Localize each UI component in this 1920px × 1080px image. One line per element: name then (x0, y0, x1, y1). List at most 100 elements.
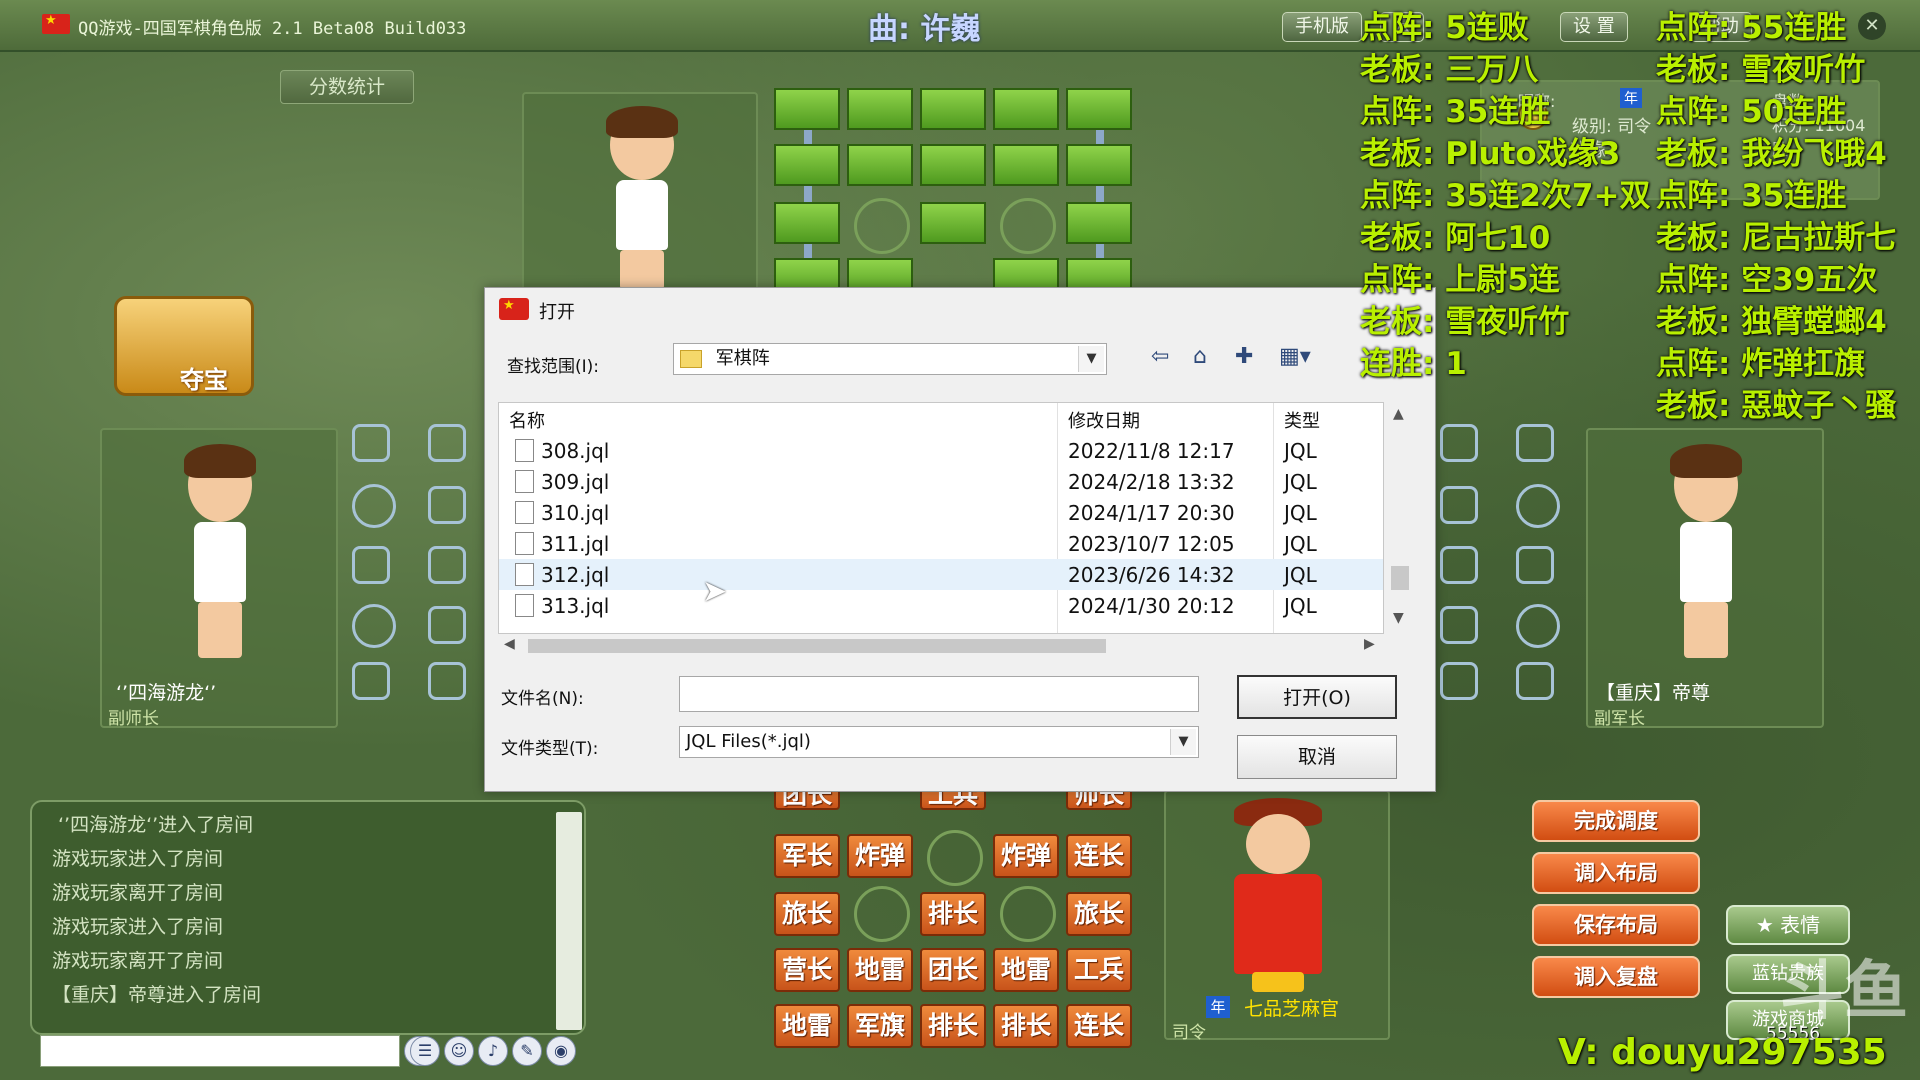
file-type: JQL (1284, 563, 1317, 587)
streamer-id: V: douyu297535 (1558, 1032, 1887, 1073)
new-folder-icon[interactable]: ✚ (1235, 344, 1253, 369)
chevron-down-icon[interactable]: ▼ (1170, 729, 1196, 755)
board-piece[interactable]: 地雷 (774, 1004, 840, 1048)
filetype-combo[interactable]: JQL Files(*.jql) ▼ (679, 726, 1199, 758)
file-row[interactable]: 313.jql 2024/1/30 20:12 JQL (499, 590, 1383, 621)
board-piece[interactable]: 地雷 (847, 948, 913, 992)
horizontal-scrollbar[interactable]: ◀ ▶ (498, 634, 1385, 658)
chevron-up-icon[interactable]: ▲ (1393, 406, 1404, 422)
file-row[interactable]: 309.jql 2024/2/18 13:32 JQL (499, 466, 1383, 497)
player-panel-bottom[interactable]: 年 七品芝麻官 司令 (1164, 790, 1390, 1043)
close-icon[interactable]: ✕ (1858, 12, 1886, 40)
file-row[interactable]: 310.jql 2024/1/17 20:30 JQL (499, 497, 1383, 528)
chat-scrollbar[interactable] (556, 812, 582, 1030)
column-header-type[interactable]: 类型 (1284, 407, 1320, 433)
board-cell[interactable] (847, 88, 913, 130)
overlay-left-line: 老板: 三万八 (1360, 52, 1539, 88)
board-cell[interactable] (774, 88, 840, 130)
chat-log[interactable]: ‘’四海游龙‘’进入了房间 游戏玩家进入了房间 游戏玩家离开了房间 游戏玩家进入… (30, 800, 586, 1035)
globe-icon[interactable]: ◉ (546, 1036, 576, 1066)
speaker-icon[interactable]: ♪ (478, 1036, 508, 1066)
board-cell[interactable] (993, 144, 1059, 186)
board-cell[interactable] (920, 88, 986, 130)
board-piece[interactable]: 旅长 (774, 892, 840, 936)
chat-line: 游戏玩家离开了房间 (52, 882, 224, 904)
board-cell[interactable] (1066, 144, 1132, 186)
lookin-combo[interactable]: 军棋阵 ▼ (673, 343, 1107, 375)
column-header-name[interactable]: 名称 (509, 407, 545, 433)
board-cell[interactable] (1066, 202, 1132, 244)
player-panel-right[interactable]: 【重庆】帝尊 副军长 (1586, 428, 1824, 729)
vertical-scrollbar[interactable]: ▲ ▼ (1385, 402, 1415, 634)
chevron-down-icon[interactable]: ▼ (1393, 610, 1404, 626)
finish-arrange-button[interactable]: 完成调度 (1532, 800, 1700, 842)
overlay-left-line: 老板: 阿七10 (1360, 220, 1551, 256)
board-piece[interactable]: 排长 (993, 1004, 1059, 1048)
chevron-left-icon[interactable]: ◀ (504, 636, 515, 652)
file-row-hovered[interactable]: 312.jql 2023/6/26 14:32 JQL (499, 559, 1383, 590)
scroll-thumb[interactable] (1391, 566, 1409, 590)
chevron-right-icon[interactable]: ▶ (1364, 636, 1375, 652)
board-piece[interactable]: 排长 (920, 892, 986, 936)
overlay-right-line: 老板: 雪夜听竹 (1656, 52, 1866, 88)
file-row[interactable]: 308.jql 2022/11/8 12:17 JQL (499, 435, 1383, 466)
overlay-right-line: 点阵: 35连胜 (1656, 178, 1847, 214)
file-name: 309.jql (541, 470, 610, 494)
overlay-right-line: 老板: 我纷飞哦4 (1656, 136, 1887, 172)
folder-icon (680, 350, 702, 368)
chat-input[interactable] (40, 1035, 400, 1067)
board-piece[interactable]: 炸弹 (993, 834, 1059, 878)
column-header-date[interactable]: 修改日期 (1068, 407, 1140, 433)
save-layout-button[interactable]: 保存布局 (1532, 904, 1700, 946)
player-panel-left[interactable]: ‘’四海游龙‘’ 副师长 (100, 428, 338, 729)
file-list[interactable]: 名称 修改日期 类型 308.jql 2022/11/8 12:17 JQL 3… (498, 402, 1384, 634)
up-folder-icon[interactable]: ⌂ (1193, 344, 1207, 369)
load-layout-button[interactable]: 调入布局 (1532, 852, 1700, 894)
board-piece[interactable]: 排长 (920, 1004, 986, 1048)
board-piece[interactable]: 团长 (920, 948, 986, 992)
overlay-left-line: 老板: 雪夜听竹 (1360, 304, 1570, 340)
emote-button[interactable]: ★ 表情 (1726, 905, 1850, 945)
open-button[interactable]: 打开(O) (1237, 675, 1397, 719)
view-menu-icon[interactable]: ▦▾ (1279, 344, 1311, 369)
board-piece[interactable]: 营长 (774, 948, 840, 992)
chat-bubble-icon[interactable]: ☰ (410, 1036, 440, 1066)
back-icon[interactable]: ⇦ (1151, 344, 1169, 369)
board-piece[interactable]: 旅长 (1066, 892, 1132, 936)
chat-line: 游戏玩家离开了房间 (52, 950, 224, 972)
board-piece[interactable]: 军长 (774, 834, 840, 878)
board-piece[interactable]: 地雷 (993, 948, 1059, 992)
board-piece[interactable]: 连长 (1066, 834, 1132, 878)
file-icon (515, 594, 534, 617)
cancel-button[interactable]: 取消 (1237, 735, 1397, 779)
file-date: 2024/1/30 20:12 (1068, 594, 1235, 618)
app-title: QQ游戏-四国军棋角色版 2.1 Beta08 Build033 (78, 19, 467, 39)
board-cell[interactable] (774, 202, 840, 244)
board-cell[interactable] (920, 202, 986, 244)
dialog-title: 打开 (539, 302, 575, 323)
board-cell[interactable] (1066, 88, 1132, 130)
player-rank: 副师长 (108, 709, 159, 729)
avatar (174, 444, 266, 658)
board-cell[interactable] (847, 144, 913, 186)
board-piece[interactable]: 军旗 (847, 1004, 913, 1048)
board-cell[interactable] (774, 144, 840, 186)
player-panel-top[interactable] (522, 92, 758, 292)
file-row[interactable]: 311.jql 2023/10/7 12:05 JQL (499, 528, 1383, 559)
treasure-label: 夺宝 (180, 366, 228, 394)
score-stats-tab[interactable]: 分数统计 (280, 70, 414, 104)
file-icon (515, 501, 534, 524)
board-cell[interactable] (993, 88, 1059, 130)
settings-button[interactable]: 设 置 (1560, 12, 1628, 42)
mobile-button[interactable]: 手机版 (1282, 12, 1362, 42)
load-replay-button[interactable]: 调入复盘 (1532, 956, 1700, 998)
board-cell[interactable] (920, 144, 986, 186)
board-piece[interactable]: 连长 (1066, 1004, 1132, 1048)
chevron-down-icon[interactable]: ▼ (1078, 346, 1104, 372)
filename-input[interactable] (679, 676, 1199, 712)
board-piece[interactable]: 炸弹 (847, 834, 913, 878)
smiley-icon[interactable]: ☺ (444, 1036, 474, 1066)
board-piece[interactable]: 工兵 (1066, 948, 1132, 992)
scroll-thumb[interactable] (528, 639, 1106, 653)
wrench-icon[interactable]: ✎ (512, 1036, 542, 1066)
